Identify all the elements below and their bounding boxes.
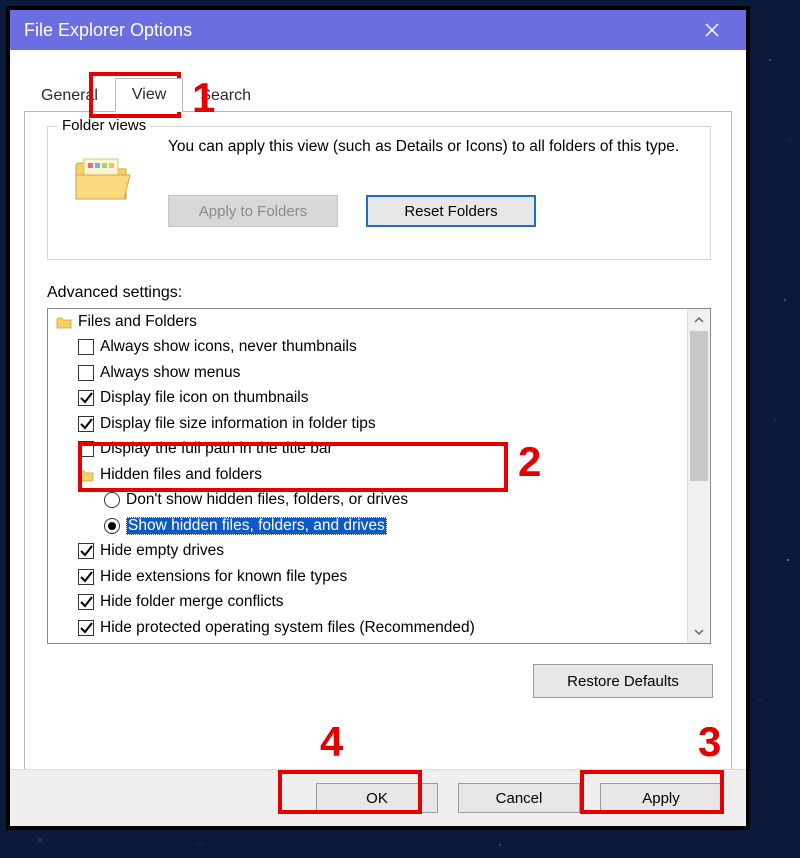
tree-checkbox-item[interactable]: Hide extensions for known file types (48, 564, 688, 590)
tab-view[interactable]: View (115, 78, 183, 112)
reset-folders-button[interactable]: Reset Folders (366, 195, 536, 227)
checkbox-checked-icon (78, 594, 94, 610)
checkbox-checked-icon (78, 620, 94, 636)
dialog-button-row: OK Cancel Apply (10, 769, 746, 826)
checkbox-checked-icon (78, 416, 94, 432)
checkbox-checked-icon (78, 543, 94, 559)
tree-subfolder-hidden[interactable]: Hidden files and folders (48, 462, 688, 488)
tree-checkbox-item[interactable]: Display file size information in folder … (48, 411, 688, 437)
chevron-up-icon (694, 315, 704, 325)
window-title: File Explorer Options (24, 20, 192, 41)
ok-button[interactable]: OK (316, 783, 438, 813)
radio-show-hidden[interactable]: Show hidden files, folders, and drives (48, 513, 688, 539)
checkbox-checked-icon (78, 390, 94, 406)
tree-hidden-group-label: Hidden files and folders (100, 466, 262, 484)
folder-mini-icon (56, 315, 72, 329)
advanced-settings-list[interactable]: Files and Folders Always show icons, nev… (47, 308, 711, 644)
tab-general[interactable]: General (24, 79, 115, 112)
folder-mini-icon (78, 468, 94, 482)
tree-checkbox-item[interactable]: Hide folder merge conflicts (48, 590, 688, 616)
folder-icon (74, 155, 132, 203)
scroll-thumb[interactable] (690, 331, 708, 481)
tree-checkbox-item[interactable]: Hide empty drives (48, 539, 688, 565)
cancel-button[interactable]: Cancel (458, 783, 580, 813)
restore-defaults-button[interactable]: Restore Defaults (533, 664, 713, 698)
checkbox-unchecked-icon (78, 339, 94, 355)
tree-checkbox-item[interactable]: Display the full path in the title bar (48, 437, 688, 463)
close-button[interactable] (692, 10, 732, 50)
tree-item-label: Display file size information in folder … (100, 415, 376, 433)
tree-item-label: Hide empty drives (100, 542, 224, 560)
checkbox-unchecked-icon (78, 365, 94, 381)
checkbox-unchecked-icon (78, 441, 94, 457)
radio-icon (104, 492, 120, 508)
chevron-down-icon (694, 627, 704, 637)
scroll-up-button[interactable] (688, 309, 710, 331)
tab-strip: General View Search (24, 78, 268, 112)
tree-folder-root[interactable]: Files and Folders (48, 309, 688, 335)
scroll-down-button[interactable] (688, 621, 710, 643)
folder-views-legend: Folder views (58, 117, 150, 134)
tree-item-label: Display file icon on thumbnails (100, 389, 309, 407)
tree-item-label: Hide extensions for known file types (100, 568, 347, 586)
tree-item-label: Always show menus (100, 364, 240, 382)
scrollbar[interactable] (687, 309, 710, 643)
tree-item-label: Hide folder merge conflicts (100, 593, 284, 611)
client-area: General View Search Folder views You can… (10, 50, 746, 826)
tree-checkbox-item[interactable]: Always show icons, never thumbnails (48, 335, 688, 361)
apply-to-folders-button: Apply to Folders (168, 195, 338, 227)
dialog-window: File Explorer Options General View Searc… (6, 6, 750, 830)
tree-root-label: Files and Folders (78, 313, 197, 331)
radio-icon (104, 518, 120, 534)
tab-page-view: Folder views You can apply this view (su… (24, 111, 732, 808)
tree-item-label: Always show icons, never thumbnails (100, 338, 357, 356)
tab-search[interactable]: Search (183, 79, 268, 112)
folder-views-description: You can apply this view (such as Details… (168, 137, 688, 156)
tree-checkbox-item[interactable]: Always show menus (48, 360, 688, 386)
radio-dont-show-hidden[interactable]: Don't show hidden files, folders, or dri… (48, 488, 688, 514)
tree-item-label: Hide protected operating system files (R… (100, 619, 475, 637)
tree-checkbox-item[interactable]: Hide protected operating system files (R… (48, 615, 688, 641)
advanced-settings-label: Advanced settings: (47, 284, 182, 302)
titlebar: File Explorer Options (10, 10, 746, 50)
close-icon (704, 22, 720, 38)
tree-checkbox-item[interactable]: Display file icon on thumbnails (48, 386, 688, 412)
radio-label: Don't show hidden files, folders, or dri… (126, 491, 408, 509)
radio-label-selected: Show hidden files, folders, and drives (126, 517, 387, 535)
tree-item-label: Display the full path in the title bar (100, 440, 333, 458)
checkbox-checked-icon (78, 569, 94, 585)
apply-button[interactable]: Apply (600, 783, 722, 813)
folder-views-group: Folder views You can apply this view (su… (47, 126, 711, 260)
